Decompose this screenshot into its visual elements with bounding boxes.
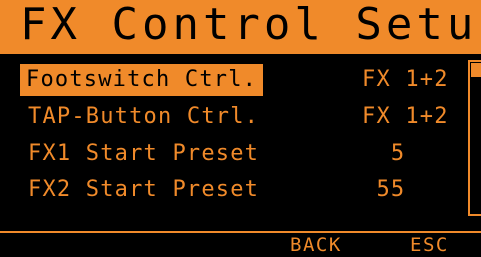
menu-item-value: FX 1+2 [362, 104, 449, 129]
scrollbar[interactable] [468, 60, 481, 216]
menu-item-label: FX1 Start Preset [28, 141, 260, 166]
menu-item-label: TAP-Button Ctrl. [28, 104, 260, 129]
back-softkey[interactable]: BACK [290, 233, 342, 257]
display-screen: FX Control Setup Footswitch Ctrl. FX 1+2… [0, 0, 481, 257]
softkey-divider [0, 231, 481, 233]
menu-item-tap-button-ctrl[interactable]: TAP-Button Ctrl. FX 1+2 [0, 101, 470, 139]
scrollbar-thumb[interactable] [471, 63, 481, 77]
menu-item-label: Footswitch Ctrl. [20, 64, 264, 96]
menu-item-value: 5 [362, 141, 406, 166]
menu-item-value: FX 1+2 [362, 67, 449, 92]
menu-item-fx1-start-preset[interactable]: FX1 Start Preset 5 [0, 138, 470, 176]
menu-item-fx2-start-preset[interactable]: FX2 Start Preset 55 [0, 174, 470, 212]
menu-item-label: FX2 Start Preset [28, 177, 260, 202]
esc-softkey[interactable]: ESC [410, 233, 449, 257]
menu-item-footswitch-ctrl[interactable]: Footswitch Ctrl. FX 1+2 [0, 64, 470, 102]
title-bar: FX Control Setup [0, 0, 481, 54]
menu-item-value: 55 [362, 177, 406, 202]
page-title: FX Control Setup [20, 0, 481, 50]
